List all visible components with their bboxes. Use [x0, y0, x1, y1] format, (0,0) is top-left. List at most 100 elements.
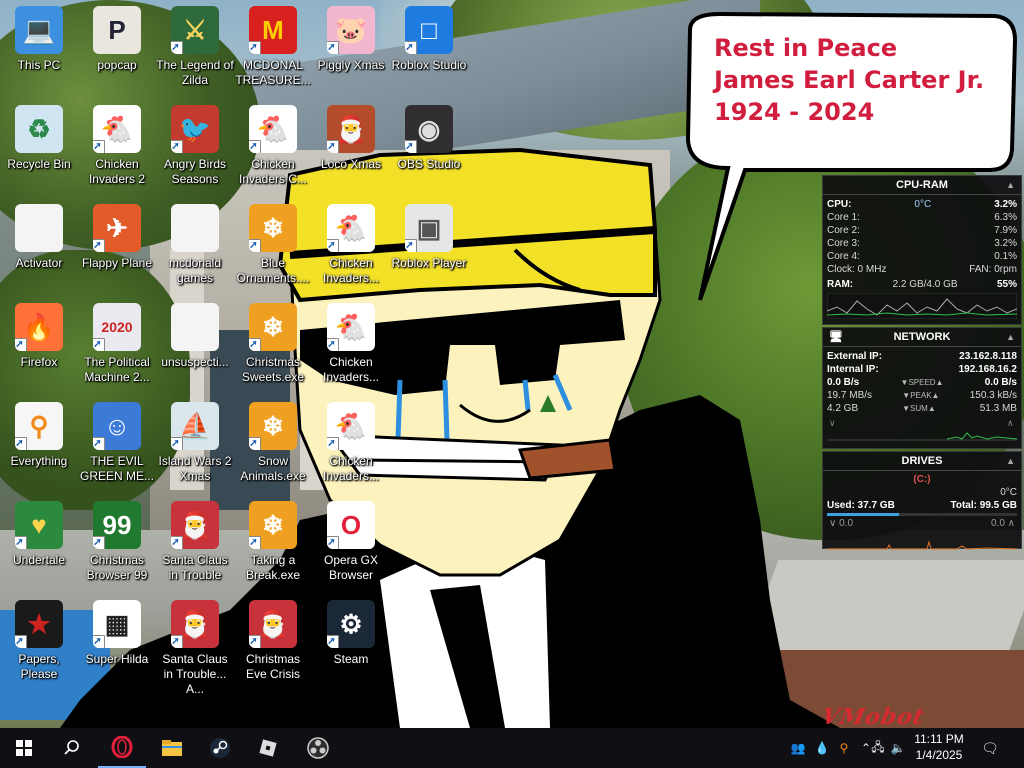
shortcut-arrow-icon: ➚	[93, 437, 105, 450]
desktop-icon[interactable]: 🎅 ➚ Loco Xmas	[312, 105, 390, 172]
desktop-icon[interactable]: 🐔 ➚ Chicken Invaders...	[312, 303, 390, 385]
peak-up: 150.3 kB/s	[969, 390, 1017, 401]
shortcut-arrow-icon: ➚	[249, 239, 261, 252]
everything-search-icon: ⚲ ➚	[15, 402, 63, 450]
desktop-icon-label: Snow Animals.exe	[240, 454, 306, 483]
shortcut-arrow-icon: ➚	[405, 239, 417, 252]
desktop-icon[interactable]: ❄ ➚ Snow Animals.exe	[234, 402, 312, 484]
desktop-icon[interactable]: 🐔 ➚ Chicken Invaders...	[312, 402, 390, 484]
shortcut-arrow-icon: ➚	[15, 437, 27, 450]
undertale-icon: ♥ ➚	[15, 501, 63, 549]
desktop-icon-label: popcap	[97, 58, 137, 72]
desktop-icon[interactable]: 🎅 ➚ Santa Claus in Trouble... A...	[156, 600, 234, 697]
clock-time: 11:11 PM	[914, 732, 964, 746]
desktop-icon[interactable]: ❄ ➚ Christmas Sweets.exe	[234, 303, 312, 385]
taskbar-steam[interactable]	[196, 728, 244, 768]
desktop-icon[interactable]: M ➚ MCDONAL TREASURE...	[234, 6, 312, 88]
desktop-icon[interactable]: ♥ ➚ Undertale	[0, 501, 78, 568]
core-value: 0.1%	[994, 251, 1017, 262]
desktop-icon[interactable]: 🎅 ➚ Santa Claus in Trouble	[156, 501, 234, 583]
notifications-icon[interactable]: 🗨	[981, 740, 999, 756]
desktop-icon[interactable]: 🔥 ➚ Firefox	[0, 303, 78, 370]
desktop-icon[interactable]: ⚙ ➚ Steam	[312, 600, 390, 667]
desktop-icon[interactable]: 99 ➚ Christmas Browser 99	[78, 501, 156, 583]
desktop-icon[interactable]: 🐦 ➚ Angry Birds Seasons	[156, 105, 234, 187]
svg-text:∨: ∨	[829, 418, 836, 428]
desktop-icon[interactable]: 🐷 ➚ Piggly Xmas	[312, 6, 390, 73]
taskbar-opera-gx[interactable]	[98, 728, 146, 768]
christmas-browser-icon: 99 ➚	[93, 501, 141, 549]
blank-file-icon	[171, 303, 219, 351]
roblox-icon	[259, 739, 277, 757]
bubble-line-3: 1924 - 2024	[714, 98, 875, 126]
taskbar-file-explorer[interactable]	[148, 728, 196, 768]
download-speed: 0.0 B/s	[827, 377, 860, 388]
collapse-icon[interactable]: ▲	[1006, 328, 1015, 346]
loco-xmas-icon: 🎅 ➚	[327, 105, 375, 153]
drives-gadget[interactable]: DRIVES ▲ (C:) 0°C Used: 37.7 GB Total: 99.…	[822, 451, 1022, 550]
desktop-icon[interactable]: ❄ ➚ Taking a Break.exe	[234, 501, 312, 583]
desktop-icon[interactable]: ⛵ ➚ Island Wars 2 Xmas	[156, 402, 234, 484]
desktop-icon-label: Piggly Xmas	[317, 58, 385, 72]
internal-ip-value: 192.168.16.2	[958, 364, 1017, 375]
ram-percent: 55%	[996, 279, 1017, 290]
desktop-icon[interactable]: 🎅 ➚ Christmas Eve Crisis	[234, 600, 312, 682]
start-button[interactable]	[0, 728, 48, 768]
drive-activity-graph	[827, 540, 1017, 550]
cpu-usage-graph	[827, 293, 1017, 319]
desktop-icon[interactable]: 🐔 ➚ Chicken Invaders C...	[234, 105, 312, 187]
desktop-icon[interactable]: mcdonald games	[156, 204, 234, 286]
desktop-icon[interactable]: Activator	[0, 204, 78, 271]
svg-text:∧: ∧	[1007, 418, 1014, 428]
desktop-icon-label: Steam	[333, 652, 369, 666]
firefox-icon: 🔥 ➚	[15, 303, 63, 351]
shortcut-arrow-icon: ➚	[249, 536, 261, 549]
desktop-icon[interactable]: Ppopcap	[78, 6, 156, 73]
desktop-icon[interactable]: ⚲ ➚ Everything	[0, 402, 78, 469]
desktop-icon[interactable]: 2020 ➚ The Political Machine 2...	[78, 303, 156, 385]
desktop-icon-label: Chicken Invaders 2	[88, 157, 146, 186]
collapse-icon[interactable]: ▲	[1006, 452, 1015, 470]
network-tray-icon[interactable]: 🖧	[870, 740, 886, 756]
desktop-icon[interactable]: 🐔 ➚ Chicken Invaders 2	[78, 105, 156, 187]
desktop-icon[interactable]: O ➚ Opera GX Browser	[312, 501, 390, 583]
taskbar-obs[interactable]	[294, 728, 342, 768]
everything-tray-icon[interactable]: ⚲	[836, 740, 852, 756]
search-button[interactable]	[48, 728, 96, 768]
desktop-icon[interactable]: ❄ ➚ Blue Ornaments....	[234, 204, 312, 286]
shortcut-arrow-icon: ➚	[327, 41, 339, 54]
desktop-icon[interactable]: ★ ➚ Papers, Please	[0, 600, 78, 682]
taskbar-roblox[interactable]	[244, 728, 292, 768]
recycle-bin-icon: ♻	[15, 105, 63, 153]
bubble-line-1: Rest in Peace	[714, 34, 898, 62]
shortcut-arrow-icon: ➚	[327, 140, 339, 153]
drive-letter: (C:)	[913, 474, 931, 485]
desktop-icon[interactable]: ▦ ➚ Super Hilda	[78, 600, 156, 667]
opera-gx-icon: O ➚	[327, 501, 375, 549]
desktop-icon[interactable]: 🐔 ➚ Chicken Invaders...	[312, 204, 390, 286]
people-tray-icon[interactable]: 👥	[790, 740, 806, 756]
cpu-ram-gadget[interactable]: CPU-RAM ▲ CPU: 0°C 3.2% Core 1: 6.3% Core …	[822, 175, 1022, 325]
shortcut-arrow-icon: ➚	[249, 338, 261, 351]
desktop-icon[interactable]: ◉ ➚ OBS Studio	[390, 105, 468, 172]
desktop-icon-label: unsuspecti...	[161, 355, 229, 369]
desktop-icon[interactable]: ⚔ ➚ The Legend of Zilda	[156, 6, 234, 88]
chicken-invaders-icon: 🐔 ➚	[249, 105, 297, 153]
desktop-icon[interactable]: 💻 This PC	[0, 6, 78, 73]
desktop-icon[interactable]: unsuspecti...	[156, 303, 234, 370]
desktop-icon-label: Christmas Eve Crisis	[245, 652, 300, 681]
system-clock[interactable]: 11:11 PM 1/4/2025	[908, 731, 970, 763]
desktop-icon-label: Blue Ornaments....	[236, 256, 310, 285]
desktop-icon[interactable]: ▣ ➚ Roblox Player	[390, 204, 468, 271]
piggly-icon: 🐷 ➚	[327, 6, 375, 54]
core-label: Core 3:	[827, 238, 860, 249]
desktop-icon[interactable]: ♻ Recycle Bin	[0, 105, 78, 172]
desktop-icon-label: mcdonald games	[168, 256, 222, 285]
desktop-icon[interactable]: ☺ ➚ THE EVIL GREEN ME...	[78, 402, 156, 484]
droplet-tray-icon[interactable]: 💧	[814, 740, 830, 756]
desktop-icon[interactable]: ✈ ➚ Flappy Plane	[78, 204, 156, 271]
volume-tray-icon[interactable]: 🔈	[890, 740, 906, 756]
desktop-icon[interactable]: □ ➚ Roblox Studio	[390, 6, 468, 73]
collapse-icon[interactable]: ▲	[1006, 176, 1015, 194]
network-gadget[interactable]: 🖥 NETWORK ▲ External IP: 23.162.8.118 Inte…	[822, 327, 1022, 449]
